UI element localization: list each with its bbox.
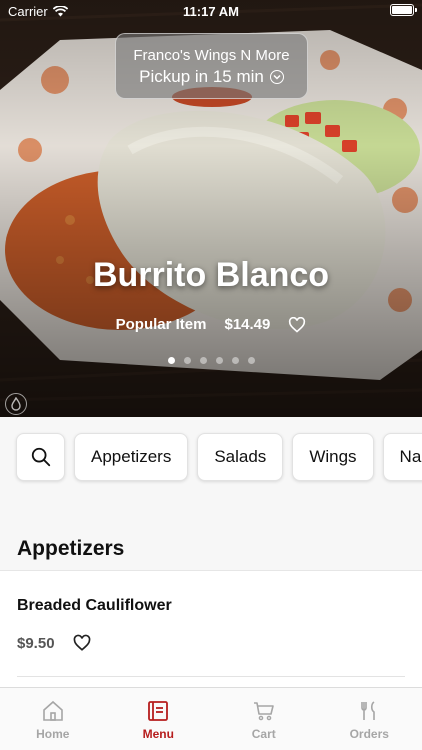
orders-icon xyxy=(361,701,376,720)
tab-orders[interactable]: Orders xyxy=(317,688,422,750)
heart-icon[interactable] xyxy=(288,316,306,333)
featured-item-title: Burrito Blanco xyxy=(92,256,330,294)
chevron-down-icon xyxy=(269,70,284,84)
carousel-dot[interactable] xyxy=(247,357,255,364)
pickup-selector[interactable]: Franco's Wings N More Pickup in 15 min xyxy=(115,33,308,99)
store-name: Franco's Wings N More xyxy=(133,47,290,64)
tab-bar: Home Menu Cart Orders xyxy=(0,687,422,750)
tab-menu[interactable]: Menu xyxy=(106,688,212,750)
featured-price: $14.49 xyxy=(224,316,271,333)
search-button[interactable] xyxy=(16,433,65,481)
category-next[interactable]: Na xyxy=(382,433,422,481)
item-name: Breaded Cauliflower xyxy=(17,597,172,614)
pickup-time: Pickup in 15 min xyxy=(139,67,264,86)
cart-icon xyxy=(253,702,274,721)
carousel-dot[interactable] xyxy=(199,357,207,364)
divider xyxy=(17,676,405,677)
tab-label: Orders xyxy=(349,727,389,741)
tab-label: Menu xyxy=(142,727,174,741)
menu-icon xyxy=(148,701,169,721)
category-bar: Appetizers Salads Wings Na xyxy=(0,417,422,499)
section-header: Appetizers xyxy=(0,499,422,571)
carousel-dot[interactable] xyxy=(215,357,223,364)
heart-icon[interactable] xyxy=(73,634,91,652)
tab-label: Cart xyxy=(251,727,276,741)
home-icon xyxy=(42,700,63,721)
category-appetizers[interactable]: Appetizers xyxy=(74,433,189,481)
tab-cart[interactable]: Cart xyxy=(211,688,317,750)
clock: 11:17 AM xyxy=(183,4,239,19)
category-salads[interactable]: Salads xyxy=(197,433,284,481)
brand-badge-icon xyxy=(5,393,27,415)
category-wings[interactable]: Wings xyxy=(292,433,374,481)
section-title: Appetizers xyxy=(17,537,125,560)
hero-banner[interactable]: Carrier 11:17 AM Franco's Wings N More P… xyxy=(0,0,422,417)
carousel-dot[interactable] xyxy=(231,357,239,364)
status-bar: Carrier 11:17 AM xyxy=(0,0,422,22)
battery-icon xyxy=(390,4,417,16)
carousel-dots[interactable] xyxy=(0,357,422,364)
carousel-dot[interactable] xyxy=(183,357,191,364)
item-price: $9.50 xyxy=(17,635,55,652)
tab-label: Home xyxy=(36,727,70,741)
featured-tag: Popular Item xyxy=(115,316,207,333)
carousel-dot[interactable] xyxy=(167,357,175,364)
tab-home[interactable]: Home xyxy=(0,688,106,750)
menu-item[interactable]: Breaded Cauliflower $9.50 xyxy=(0,571,422,677)
search-icon xyxy=(31,447,50,467)
